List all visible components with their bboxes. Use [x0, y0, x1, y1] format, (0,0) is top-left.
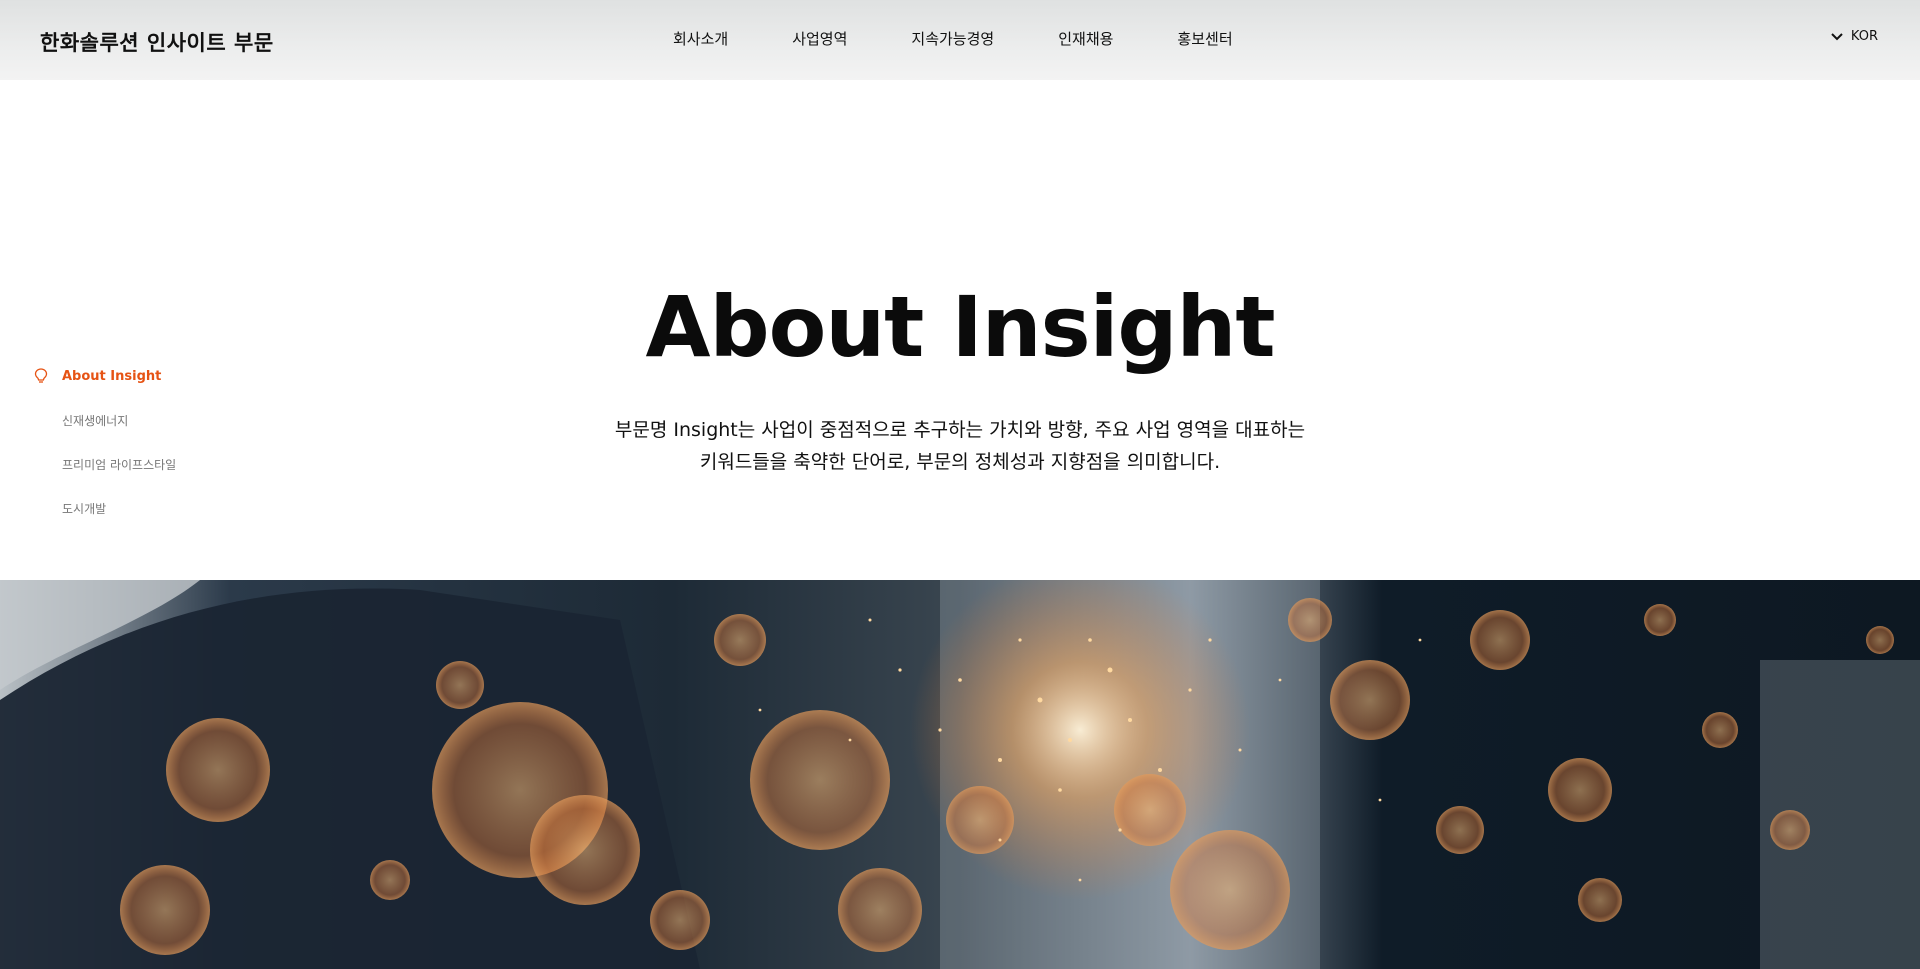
description-line-1: 부문명 Insight는 사업이 중점적으로 추구하는 가치와 방향, 주요 사…: [614, 419, 1306, 441]
nav-item-sustainability[interactable]: 지속가능경영: [911, 28, 994, 49]
description-line-2: 키워드들을 축약한 단어로, 부문의 정체성과 지향점을 의미합니다.: [699, 451, 1221, 473]
site-logo[interactable]: 한화솔루션 인사이트 부문: [40, 27, 274, 57]
side-nav-label: 도시개발: [62, 501, 107, 516]
main-nav: 회사소개 사업영역 지속가능경영 인재채용 홍보센터: [673, 28, 1233, 49]
nav-item-business[interactable]: 사업영역: [792, 28, 847, 49]
chevron-down-icon: [1831, 32, 1843, 41]
site-header: 한화솔루션 인사이트 부문 회사소개 사업영역 지속가능경영 인재채용 홍보센터…: [0, 0, 1920, 80]
sparks-photo-image: [0, 580, 1920, 969]
page-description: 부문명 Insight는 사업이 중점적으로 추구하는 가치와 방향, 주요 사…: [0, 414, 1920, 478]
nav-item-company[interactable]: 회사소개: [673, 28, 728, 49]
page-title: About Insight: [645, 278, 1276, 376]
language-selector[interactable]: KOR: [1831, 29, 1878, 44]
language-label: KOR: [1850, 29, 1878, 44]
side-nav-item-urban-development[interactable]: 도시개발: [33, 486, 176, 530]
nav-item-careers[interactable]: 인재채용: [1058, 28, 1113, 49]
hero-photo: [0, 580, 1920, 969]
nav-item-pr-center[interactable]: 홍보센터: [1177, 28, 1232, 49]
page: 한화솔루션 인사이트 부문 회사소개 사업영역 지속가능경영 인재채용 홍보센터…: [0, 0, 1920, 969]
